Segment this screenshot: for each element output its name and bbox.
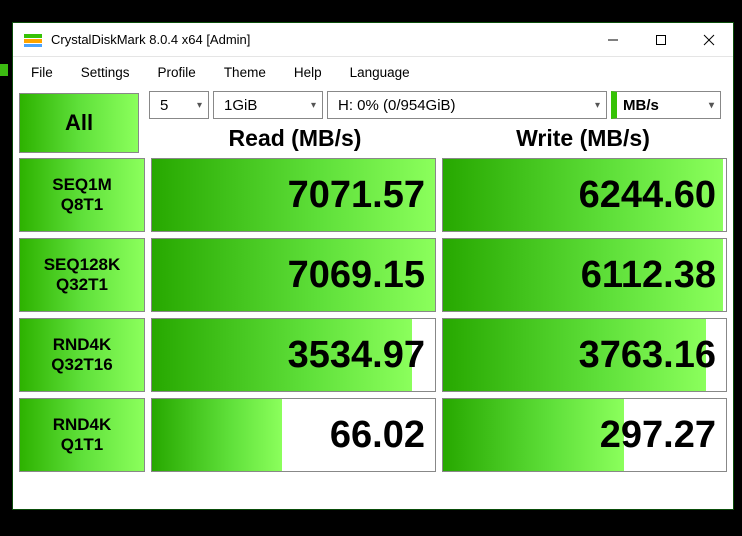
test-button-3[interactable]: RND4KQ1T1: [19, 398, 145, 472]
write-value-cell: 3763.16: [442, 318, 727, 392]
test-label-line1: RND4K: [53, 415, 112, 435]
test-label-line2: Q1T1: [61, 435, 104, 455]
menu-file[interactable]: File: [17, 61, 67, 84]
read-value: 7071.57: [288, 174, 425, 217]
result-row: SEQ1MQ8T1 7071.57 6244.60: [19, 158, 727, 232]
test-label-line2: Q32T16: [51, 355, 112, 375]
chevron-down-icon: ▾: [595, 100, 600, 111]
chevron-down-icon: ▾: [197, 100, 202, 111]
app-window: CrystalDiskMark 8.0.4 x64 [Admin] File S…: [12, 22, 734, 510]
test-button-0[interactable]: SEQ1MQ8T1: [19, 158, 145, 232]
read-value-cell: 7071.57: [151, 158, 436, 232]
all-label: All: [65, 110, 93, 136]
test-size-value: 1GiB: [224, 97, 257, 114]
test-label-line1: SEQ128K: [44, 255, 121, 275]
write-value-cell: 6244.60: [442, 158, 727, 232]
write-value-cell: 6112.38: [442, 238, 727, 312]
write-value: 297.27: [600, 414, 716, 457]
write-value-cell: 297.27: [442, 398, 727, 472]
drive-value: H: 0% (0/954GiB): [338, 97, 456, 114]
minimize-button[interactable]: [589, 23, 637, 56]
test-button-1[interactable]: SEQ128KQ32T1: [19, 238, 145, 312]
drive-select[interactable]: H: 0% (0/954GiB) ▾: [327, 91, 607, 119]
read-value-cell: 66.02: [151, 398, 436, 472]
app-icon: [23, 30, 43, 50]
header-read: Read (MB/s): [151, 123, 439, 154]
result-row: RND4KQ32T16 3534.97 3763.16: [19, 318, 727, 392]
header-write: Write (MB/s): [439, 123, 727, 154]
test-label-line2: Q32T1: [56, 275, 108, 295]
chevron-down-icon: ▾: [311, 100, 316, 111]
write-value: 6244.60: [579, 174, 716, 217]
result-rows: SEQ1MQ8T1 7071.57 6244.60 SEQ128KQ32T1 7069.…: [13, 158, 733, 478]
chevron-down-icon: ▾: [709, 100, 714, 111]
test-count-value: 5: [160, 97, 168, 114]
titlebar[interactable]: CrystalDiskMark 8.0.4 x64 [Admin]: [13, 23, 733, 57]
write-value: 6112.38: [581, 254, 716, 297]
read-value-cell: 7069.15: [151, 238, 436, 312]
test-count-select[interactable]: 5 ▾: [149, 91, 209, 119]
unit-value: MB/s: [623, 97, 659, 114]
menu-profile[interactable]: Profile: [144, 61, 210, 84]
maximize-button[interactable]: [637, 23, 685, 56]
test-label-line2: Q8T1: [61, 195, 104, 215]
menu-language[interactable]: Language: [336, 61, 424, 84]
result-row: SEQ128KQ32T1 7069.15 6112.38: [19, 238, 727, 312]
test-button-2[interactable]: RND4KQ32T16: [19, 318, 145, 392]
menu-help[interactable]: Help: [280, 61, 336, 84]
close-button[interactable]: [685, 23, 733, 56]
menu-settings[interactable]: Settings: [67, 61, 144, 84]
write-value: 3763.16: [579, 334, 716, 377]
read-value: 3534.97: [288, 334, 425, 377]
result-row: RND4KQ1T1 66.02 297.27: [19, 398, 727, 472]
test-label-line1: RND4K: [53, 335, 112, 355]
read-value-cell: 3534.97: [151, 318, 436, 392]
menu-bar: File Settings Profile Theme Help Languag…: [13, 57, 733, 87]
all-button[interactable]: All: [19, 93, 139, 153]
read-value: 66.02: [330, 414, 425, 457]
window-title: CrystalDiskMark 8.0.4 x64 [Admin]: [51, 32, 589, 47]
test-label-line1: SEQ1M: [52, 175, 112, 195]
menu-theme[interactable]: Theme: [210, 61, 280, 84]
toolbar: All 5 ▾ 1GiB ▾ H: 0% (0/954GiB) ▾ MB/s: [13, 87, 733, 121]
unit-select[interactable]: MB/s ▾: [611, 91, 721, 119]
test-size-select[interactable]: 1GiB ▾: [213, 91, 323, 119]
read-value: 7069.15: [288, 254, 425, 297]
